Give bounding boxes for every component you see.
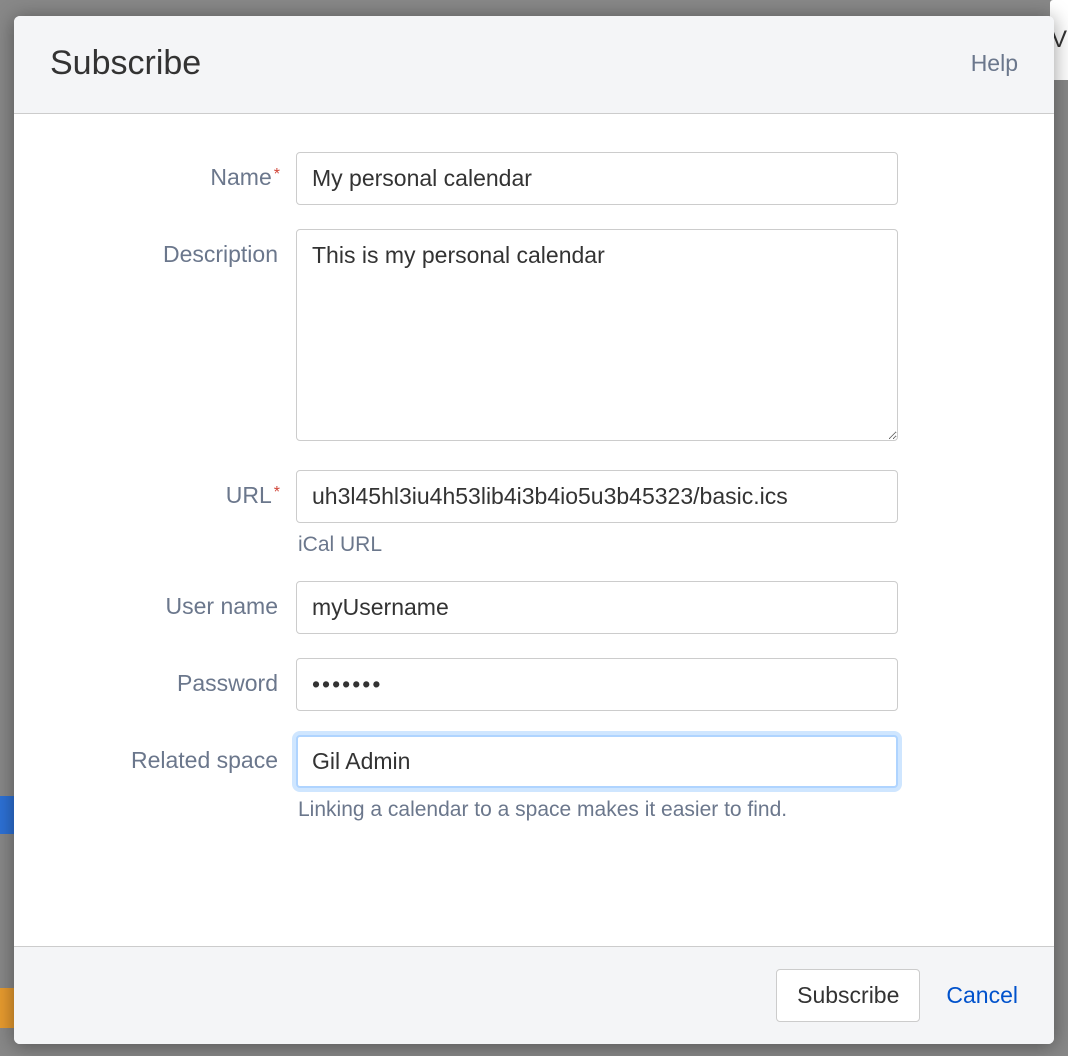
password-input[interactable] (296, 658, 898, 711)
username-label: User name (50, 581, 296, 620)
dialog-header: Subscribe Help (14, 16, 1054, 114)
related-space-hint: Linking a calendar to a space makes it e… (296, 798, 898, 822)
required-indicator: * (274, 484, 280, 501)
url-label: URL* (50, 470, 296, 509)
subscribe-dialog: Subscribe Help Name* Description This is… (14, 16, 1054, 1044)
related-space-row: Related space Linking a calendar to a sp… (50, 735, 1018, 822)
password-label: Password (50, 658, 296, 697)
help-link[interactable]: Help (971, 50, 1018, 77)
name-input[interactable] (296, 152, 898, 205)
description-input[interactable]: This is my personal calendar (296, 229, 898, 441)
cancel-button[interactable]: Cancel (946, 982, 1018, 1009)
username-input[interactable] (296, 581, 898, 634)
password-row: Password (50, 658, 1018, 711)
url-input[interactable] (296, 470, 898, 523)
description-row: Description This is my personal calendar (50, 229, 1018, 446)
name-row: Name* (50, 152, 1018, 205)
required-indicator: * (274, 166, 280, 183)
username-row: User name (50, 581, 1018, 634)
related-space-label: Related space (50, 735, 296, 774)
description-label: Description (50, 229, 296, 268)
url-row: URL* iCal URL (50, 470, 1018, 557)
dialog-body: Name* Description This is my personal ca… (14, 114, 1054, 946)
subscribe-button[interactable]: Subscribe (776, 969, 920, 1022)
related-space-input[interactable] (296, 735, 898, 788)
dialog-title: Subscribe (50, 44, 201, 83)
url-hint: iCal URL (296, 533, 898, 557)
background-element (0, 988, 14, 1028)
background-element (0, 796, 14, 834)
dialog-footer: Subscribe Cancel (14, 946, 1054, 1044)
name-label: Name* (50, 152, 296, 191)
